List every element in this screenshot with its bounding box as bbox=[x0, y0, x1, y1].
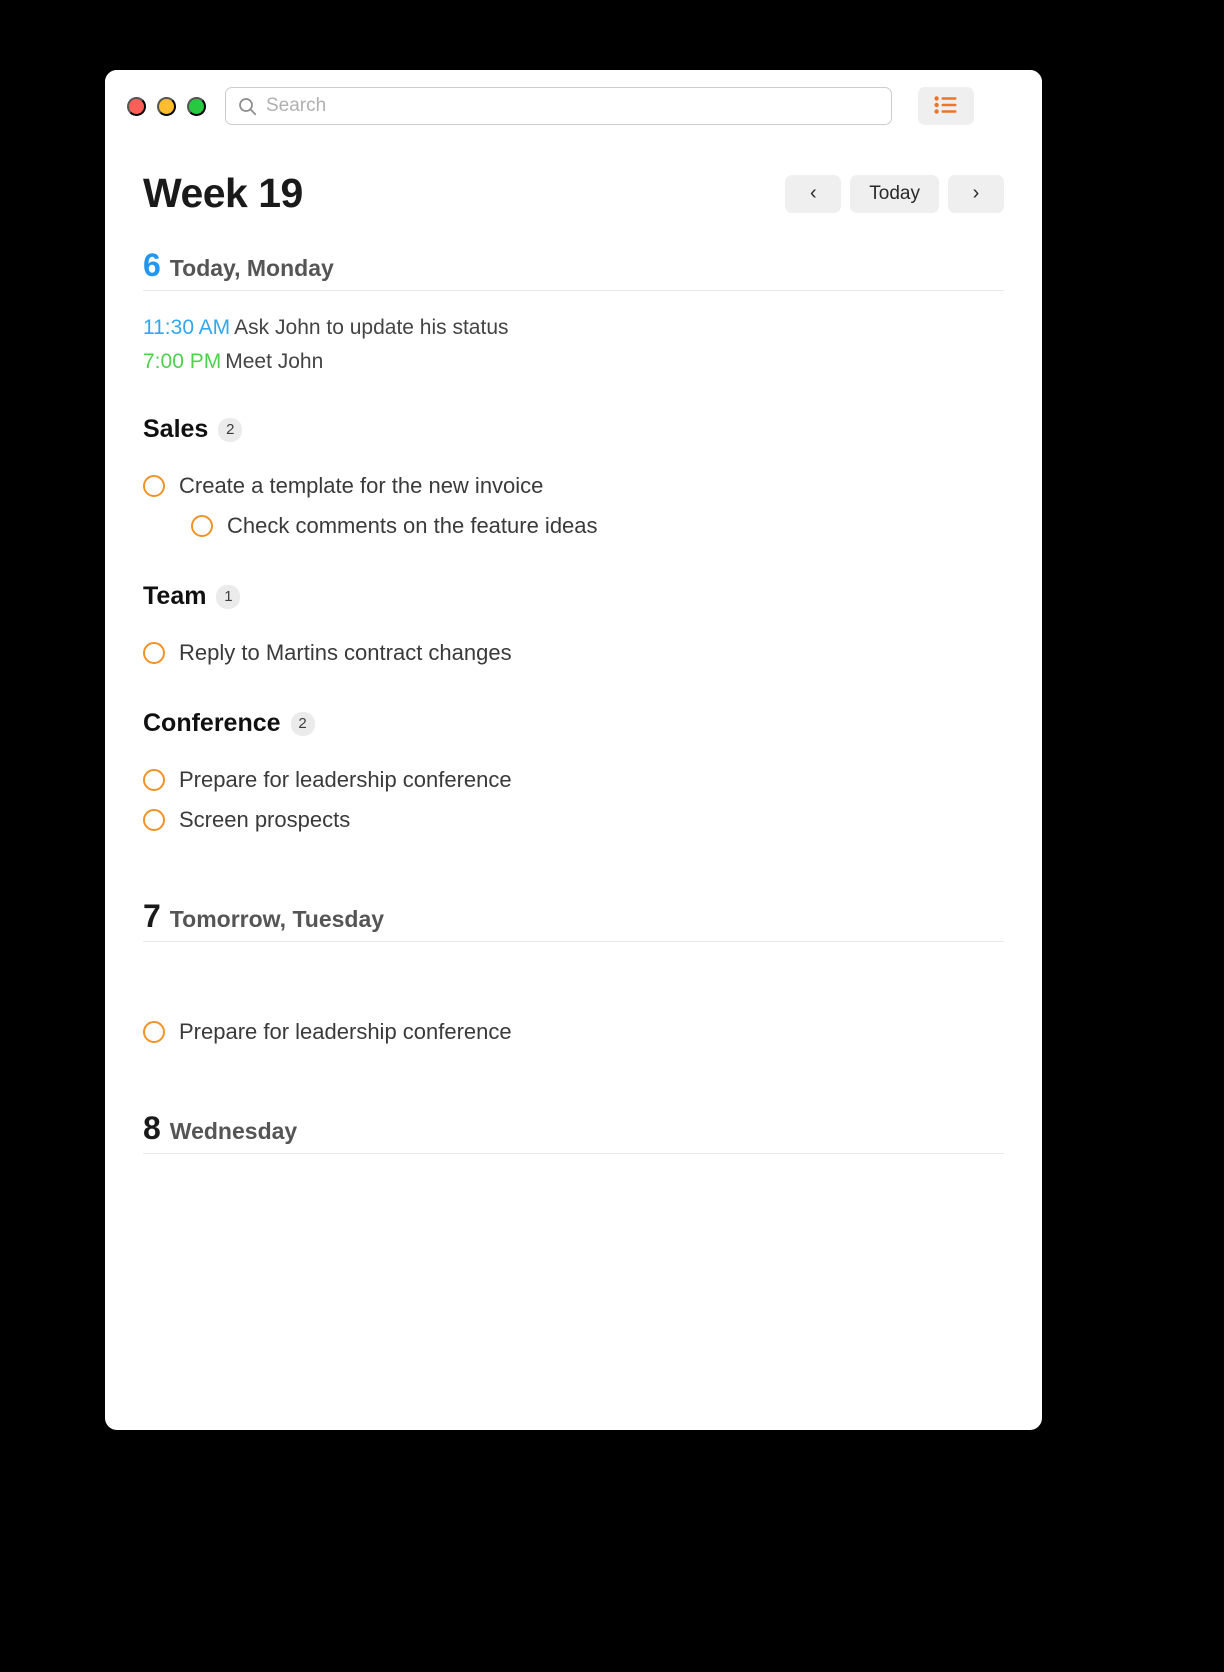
search-icon bbox=[238, 97, 257, 116]
task-title: Create a template for the new invoice bbox=[179, 473, 544, 499]
minimize-window-button[interactable] bbox=[157, 96, 176, 116]
task-group-count-badge: 1 bbox=[216, 584, 241, 609]
day-number: 7 bbox=[143, 898, 161, 935]
event-list: 11:30 AM Ask John to update his status 7:0… bbox=[143, 311, 1004, 379]
traffic-lights bbox=[127, 96, 206, 116]
search-input[interactable] bbox=[266, 95, 879, 117]
task-title: Prepare for leadership conference bbox=[179, 1019, 512, 1045]
page-title: Week 19 bbox=[143, 170, 303, 216]
task-title: Reply to Martins contract changes bbox=[179, 640, 512, 666]
task-row[interactable]: Screen prospects bbox=[143, 800, 1004, 840]
task-checkbox[interactable] bbox=[143, 642, 165, 665]
task-row[interactable]: Prepare for leadership conference bbox=[143, 1012, 1004, 1052]
day-label: Wednesday bbox=[169, 1118, 298, 1145]
task-checkbox[interactable] bbox=[143, 809, 165, 832]
task-title: Prepare for leadership conference bbox=[179, 767, 512, 793]
event-time: 7:00 PM bbox=[143, 350, 222, 374]
list-view-icon bbox=[934, 95, 958, 118]
day-spacer bbox=[143, 1052, 1004, 1112]
day-block: 8 Wednesday bbox=[143, 1110, 1004, 1155]
nav-controls: ‹ Today › bbox=[785, 174, 1004, 213]
event-title: Ask John to update his status bbox=[234, 316, 509, 339]
day-number: 8 bbox=[143, 1110, 161, 1147]
task-group-header[interactable]: Sales 2 bbox=[143, 415, 1004, 444]
task-row[interactable]: Reply to Martins contract changes bbox=[143, 633, 1004, 673]
task-group-header[interactable]: Conference 2 bbox=[143, 709, 1004, 738]
task-group-count-badge: 2 bbox=[218, 417, 243, 442]
task-group-count-badge: 2 bbox=[290, 711, 315, 736]
close-window-button[interactable] bbox=[127, 96, 146, 116]
event-row[interactable]: 7:00 PM Meet John bbox=[143, 345, 1004, 379]
today-button[interactable]: Today bbox=[850, 174, 939, 213]
day-header: 7 Tomorrow, Tuesday bbox=[143, 898, 1004, 943]
zoom-window-button[interactable] bbox=[187, 96, 206, 116]
day-list: 6 Today, Monday 11:30 AM Ask John to update… bbox=[105, 249, 1042, 1155]
task-row[interactable]: Check comments on the feature ideas bbox=[143, 506, 1004, 546]
search-field[interactable] bbox=[225, 87, 892, 125]
next-week-button[interactable]: › bbox=[948, 174, 1004, 213]
event-time: 11:30 AM bbox=[143, 316, 231, 339]
task-group: Conference 2 Prepare for leadership confer… bbox=[143, 709, 1004, 840]
titlebar bbox=[105, 70, 1042, 142]
day-spacer bbox=[143, 840, 1004, 900]
day-label: Today, Monday bbox=[169, 255, 334, 281]
day-label: Tomorrow, Tuesday bbox=[169, 906, 385, 933]
task-group-name: Sales bbox=[143, 415, 209, 444]
task-group: Prepare for leadership conference bbox=[143, 978, 1004, 1052]
task-title: Check comments on the feature ideas bbox=[227, 513, 598, 539]
task-group-name: Conference bbox=[143, 709, 281, 738]
day-header: 6 Today, Monday bbox=[143, 249, 1004, 291]
task-group-header[interactable]: Team 1 bbox=[143, 582, 1004, 611]
task-checkbox[interactable] bbox=[143, 475, 165, 498]
day-block: 7 Tomorrow, Tuesday Prepare for leadership… bbox=[143, 900, 1004, 1052]
task-checkbox[interactable] bbox=[143, 1021, 165, 1044]
task-group: Sales 2 Create a template for the new invo… bbox=[143, 415, 1004, 546]
app-window: Week 19 ‹ Today › 6 Today, Monday 11:30 AM… bbox=[105, 70, 1042, 1430]
page-header: Week 19 ‹ Today › bbox=[105, 142, 1042, 217]
event-row[interactable]: 11:30 AM Ask John to update his status bbox=[143, 311, 1004, 345]
task-row[interactable]: Create a template for the new invoice bbox=[143, 466, 1004, 506]
day-block: 6 Today, Monday 11:30 AM Ask John to update… bbox=[143, 249, 1004, 840]
previous-week-button[interactable]: ‹ bbox=[785, 174, 842, 213]
event-title: Meet John bbox=[225, 350, 324, 374]
task-checkbox[interactable] bbox=[191, 515, 213, 538]
task-group: Team 1 Reply to Martins contract changes bbox=[143, 582, 1004, 673]
task-title: Screen prospects bbox=[179, 807, 351, 833]
task-checkbox[interactable] bbox=[143, 769, 165, 792]
view-toggle-button[interactable] bbox=[918, 87, 974, 125]
task-row[interactable]: Prepare for leadership conference bbox=[143, 760, 1004, 800]
day-header: 8 Wednesday bbox=[143, 1110, 1004, 1155]
task-group-name: Team bbox=[143, 582, 207, 611]
day-number: 6 bbox=[143, 247, 161, 283]
